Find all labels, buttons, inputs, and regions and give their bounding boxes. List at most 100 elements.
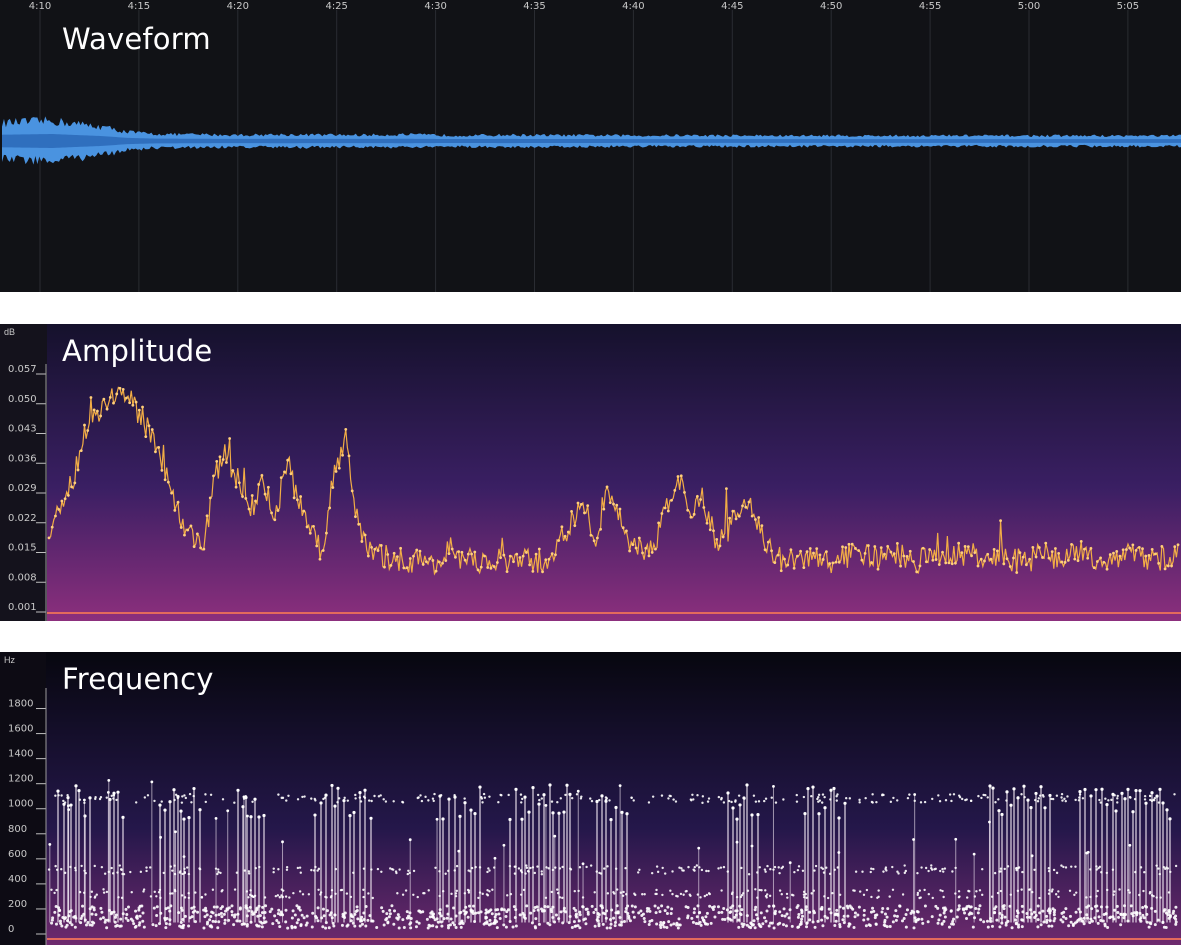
frequency-band-point: [637, 871, 640, 874]
frequency-band-point: [572, 906, 576, 910]
frequency-band-point: [260, 925, 264, 929]
amplitude-y-tick-label: 0.036: [8, 453, 37, 464]
frequency-peak-point: [565, 783, 569, 787]
frequency-band-point: [1169, 870, 1172, 874]
amplitude-data-point: [602, 507, 606, 511]
frequency-band-point: [1096, 921, 1100, 925]
frequency-band-point: [67, 914, 71, 918]
frequency-band-point: [173, 872, 177, 876]
frequency-band-point: [653, 904, 657, 908]
frequency-band-point: [1036, 904, 1040, 908]
frequency-band-point: [293, 913, 297, 917]
frequency-band-point: [74, 866, 77, 870]
amplitude-data-point: [250, 494, 254, 497]
frequency-band-point: [525, 864, 528, 867]
amplitude-data-point: [931, 558, 935, 562]
frequency-band-point: [264, 920, 268, 924]
frequency-band-point: [181, 918, 185, 922]
frequency-band-point: [1025, 911, 1029, 915]
frequency-band-point: [333, 913, 337, 917]
frequency-peak-point: [1048, 793, 1052, 798]
frequency-band-point: [1096, 889, 1099, 893]
amplitude-data-point: [779, 569, 783, 573]
frequency-band-point: [696, 904, 700, 908]
frequency-band-point: [100, 910, 104, 914]
frequency-band-point: [115, 798, 118, 802]
frequency-band-point: [702, 920, 706, 924]
frequency-band-point: [630, 904, 634, 908]
frequency-band-point: [454, 894, 458, 898]
frequency-band-point: [768, 894, 772, 898]
frequency-band-point: [614, 867, 618, 870]
frequency-band-point: [388, 908, 392, 912]
frequency-band-point: [823, 895, 826, 898]
frequency-band-point: [581, 896, 585, 899]
amplitude-data-point: [279, 476, 283, 479]
frequency-band-point: [671, 892, 674, 896]
frequency-band-point: [923, 904, 927, 908]
frequency-band-point: [691, 793, 694, 796]
frequency-band-point: [696, 793, 699, 797]
frequency-band-point: [829, 798, 832, 801]
frequency-band-point: [966, 896, 969, 899]
frequency-unit-label: Hz: [4, 655, 15, 665]
amplitude-data-point: [579, 502, 583, 506]
frequency-band-point: [329, 895, 333, 899]
frequency-band-point: [181, 872, 184, 876]
frequency-band-point: [298, 890, 302, 893]
frequency-band-point: [712, 905, 716, 909]
amplitude-data-point: [505, 570, 509, 573]
amplitude-data-point: [70, 485, 73, 489]
amplitude-data-point: [712, 529, 715, 533]
frequency-band-point: [535, 905, 539, 909]
amplitude-data-point: [125, 396, 128, 400]
amplitude-data-point: [1044, 541, 1048, 545]
frequency-band-point: [1174, 864, 1178, 868]
frequency-band-point: [346, 799, 350, 802]
frequency-band-point: [705, 893, 709, 897]
frequency-band-point: [268, 910, 272, 914]
frequency-band-point: [508, 919, 512, 923]
frequency-peak-point: [82, 798, 86, 802]
frequency-title: Frequency: [62, 662, 214, 696]
frequency-band-point: [1028, 888, 1031, 891]
amplitude-data-point: [824, 550, 828, 554]
frequency-band-point: [1020, 904, 1024, 908]
amplitude-data-point: [208, 496, 212, 500]
frequency-band-point: [285, 866, 289, 869]
frequency-band-point: [937, 794, 940, 797]
frequency-peak-point: [333, 804, 337, 808]
amplitude-data-point: [89, 396, 93, 399]
frequency-band-point: [578, 913, 582, 917]
frequency-band-point: [340, 923, 344, 927]
frequency-band-point: [753, 926, 757, 930]
frequency-band-point: [764, 797, 768, 800]
amplitude-data-point: [305, 525, 309, 529]
frequency-band-point: [1089, 868, 1092, 871]
frequency-band-point: [786, 896, 789, 899]
frequency-band-point: [858, 801, 861, 804]
amplitude-data-point: [344, 428, 348, 431]
amplitude-data-point: [437, 560, 441, 564]
frequency-band-point: [699, 896, 702, 899]
frequency-band-point: [758, 866, 761, 869]
frequency-band-point: [719, 866, 723, 869]
amplitude-data-point: [257, 483, 261, 486]
frequency-band-point: [275, 918, 279, 922]
frequency-band-point: [388, 912, 392, 916]
amplitude-data-point: [366, 554, 370, 558]
frequency-band-point: [900, 919, 904, 923]
frequency-band-point: [1112, 908, 1116, 912]
amplitude-data-point: [299, 495, 303, 498]
frequency-peak-point: [544, 804, 548, 807]
amplitude-y-tick-label: 0.029: [8, 483, 37, 494]
frequency-band-point: [820, 907, 824, 911]
frequency-band-point: [124, 907, 128, 911]
frequency-band-point: [238, 919, 242, 923]
amplitude-data-point: [895, 541, 899, 545]
frequency-peak-point: [182, 855, 186, 859]
frequency-band-point: [697, 922, 701, 926]
frequency-band-point: [367, 892, 370, 895]
frequency-band-point: [672, 922, 676, 926]
amplitude-data-point: [1163, 567, 1167, 571]
